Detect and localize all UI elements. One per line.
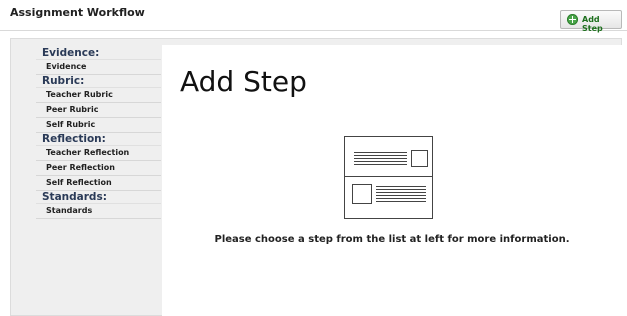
sidebar-item-evidence[interactable]: Evidence <box>36 60 161 75</box>
category-rubric: Rubric: <box>36 75 161 88</box>
sidebar-item-teacher-rubric[interactable]: Teacher Rubric <box>36 88 161 103</box>
plus-circle-icon <box>567 14 578 25</box>
category-evidence: Evidence: <box>36 47 161 60</box>
sidebar-item-teacher-reflection[interactable]: Teacher Reflection <box>36 146 161 161</box>
sidebar-item-self-rubric[interactable]: Self Rubric <box>36 118 161 133</box>
category-reflection: Reflection: <box>36 133 161 146</box>
category-standards: Standards: <box>36 191 161 204</box>
add-step-button[interactable]: Add Step <box>560 10 622 33</box>
add-step-button-label: Add Step <box>582 15 603 33</box>
detail-title: Add Step <box>180 65 307 98</box>
sidebar-item-standards[interactable]: Standards <box>36 204 161 219</box>
instruction-message: Please choose a step from the list at le… <box>214 234 570 245</box>
header-bar: Assignment Workflow Add Step <box>0 0 627 36</box>
step-list-sidebar: Evidence: Evidence Rubric: Teacher Rubri… <box>36 47 161 219</box>
header-divider <box>0 30 627 31</box>
step-detail-pane: Add Step Please choose a step from the l… <box>162 45 622 316</box>
sidebar-item-self-reflection[interactable]: Self Reflection <box>36 176 161 191</box>
sidebar-item-peer-rubric[interactable]: Peer Rubric <box>36 103 161 118</box>
page-title: Assignment Workflow <box>10 6 145 19</box>
sidebar-item-peer-reflection[interactable]: Peer Reflection <box>36 161 161 176</box>
page-layout-icon <box>344 136 433 219</box>
